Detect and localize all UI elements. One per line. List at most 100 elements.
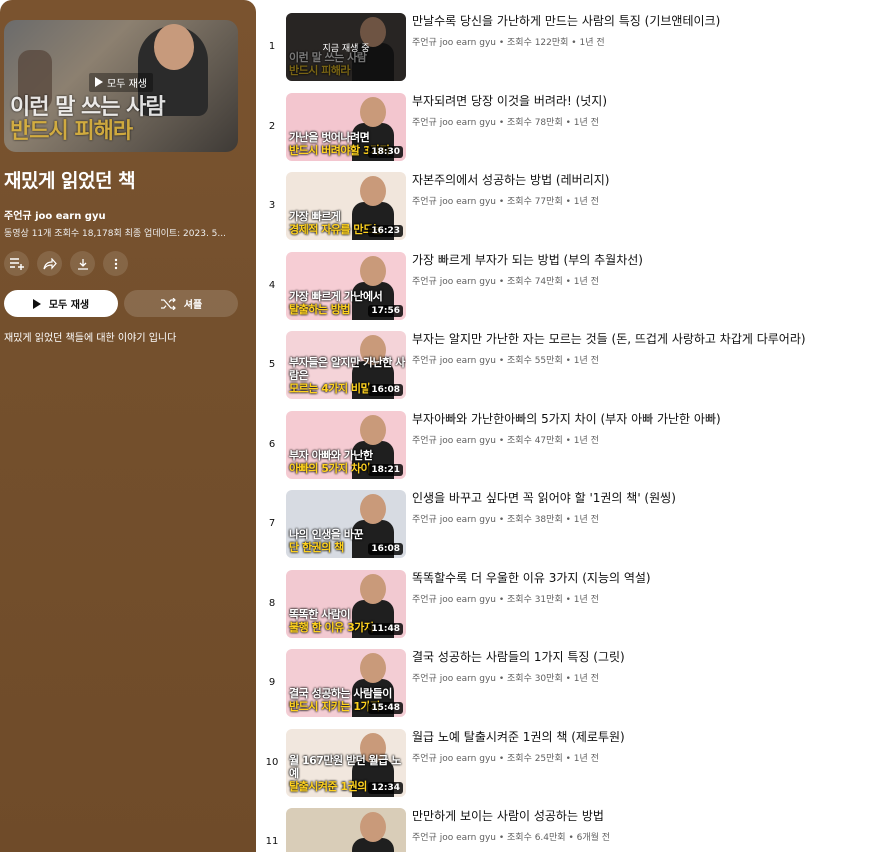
- video-title[interactable]: 월급 노예 탈출시켜준 1권의 책 (제로투원): [412, 729, 867, 745]
- video-title[interactable]: 만날수록 당신을 가난하게 만드는 사람의 특징 (기브앤테이크): [412, 13, 867, 29]
- shuffle-label: 셔플: [183, 300, 203, 311]
- shuffle-icon: [160, 297, 176, 310]
- thumbnail-caption-line1: 부자 아빠와 가난한: [289, 448, 373, 462]
- thumbnail-caption-line2: 단 한권의 책: [289, 541, 344, 554]
- video-thumbnail[interactable]: 월 167만원 받던 월급 노예 탈출시켜준 1권의 12:34: [286, 728, 406, 797]
- thumbnail-figure-head: [360, 255, 386, 286]
- video-meta: 주언규 joo earn gyu • 조회수 77만회 • 1년 전: [412, 197, 599, 207]
- shuffle-button[interactable]: 셔플: [124, 290, 238, 317]
- video-meta: 주언규 joo earn gyu • 조회수 6.4만회 • 6개월 전: [412, 833, 611, 843]
- channel-name[interactable]: 주언규 joo earn gyu: [4, 207, 252, 222]
- video-title[interactable]: 부자되려면 당장 이것을 버려라! (넛지): [412, 93, 867, 109]
- video-index: 8: [268, 597, 276, 609]
- playlist-video-item[interactable]: 9 결국 성공하는 사람들이 반드시 지키는 1가지 15:48 결국 성공하는…: [260, 649, 871, 729]
- thumbnail-caption-line1: 가장 빠르게 가난에서: [289, 289, 383, 303]
- video-duration: 18:30: [368, 145, 403, 158]
- thumbnail-caption-line1: 결국 성공하는 사람들이: [289, 687, 392, 700]
- video-index: 7: [268, 518, 276, 529]
- video-title[interactable]: 자본주의에서 성공하는 방법 (레버리지): [412, 172, 867, 188]
- play-all-label: 모두 재생: [48, 300, 90, 311]
- video-thumbnail[interactable]: 똑똑한 사람이 불행 한 이유 3가지 11:48: [286, 569, 406, 638]
- thumbnail-figure-head: [360, 494, 386, 524]
- playlist-stats: 동영상 11개 조회수 18,178회 최종 업데이트: 2023. 5...: [4, 229, 226, 239]
- now-playing-overlay: 지금 재생 중: [286, 13, 406, 81]
- video-thumbnail[interactable]: [286, 808, 406, 852]
- video-meta: 주언규 joo earn gyu • 조회수 47만회 • 1년 전: [412, 435, 599, 446]
- video-meta: 주언규 joo earn gyu • 조회수 78만회 • 1년 전: [412, 117, 599, 128]
- video-thumbnail[interactable]: 가난을 벗어나려면 반드시 버려야할 3가지 18:30: [286, 92, 406, 161]
- video-thumbnail[interactable]: 부자들은 알지만 가난한 사람은 모르는 4가지 비밀 16:08: [286, 331, 406, 399]
- video-index: 9: [268, 677, 276, 688]
- video-index: 11: [265, 836, 279, 847]
- thumbnail-figure-head: [360, 573, 386, 604]
- download-icon[interactable]: [70, 251, 95, 276]
- playlist-video-item[interactable]: 6 부자 아빠와 가난한 아빠의 5가지 차이 18:21 부자아빠와 가난한아…: [260, 410, 871, 491]
- playlist-video-item[interactable]: 2 가난을 벗어나려면 반드시 버려야할 3가지 18:30 부자되려면 당장 …: [260, 92, 871, 173]
- video-thumbnail[interactable]: 가장 빠르게 경제적 자유를 만드는 16:23: [286, 172, 406, 240]
- video-meta: 주언규 joo earn gyu • 조회수 25만회 • 1년 전: [412, 753, 599, 764]
- hero-caption: 이런 말 쓰는 사람 반드시 피해라: [10, 95, 166, 144]
- video-title[interactable]: 만만하게 보이는 사람이 성공하는 방법: [412, 808, 867, 824]
- playlist-thumbnail[interactable]: 이런 말 쓰는 사람 반드시 피해라 모두 재생: [4, 20, 238, 152]
- video-duration: 16:08: [368, 384, 403, 396]
- playlist-description: 재밌게 읽었던 책들에 대한 이야기 입니다: [4, 333, 177, 344]
- video-index: 10: [265, 756, 279, 768]
- more-vert-icon[interactable]: [103, 251, 128, 276]
- play-all-button[interactable]: 모두 재생: [4, 290, 118, 317]
- video-title[interactable]: 부자아빠와 가난한아빠의 5가지 차이 (부자 아빠 가난한 아빠): [412, 411, 867, 427]
- playlist-video-item[interactable]: 5 부자들은 알지만 가난한 사람은 모르는 4가지 비밀 16:08 부자는 …: [260, 331, 871, 411]
- playlist-video-item[interactable]: 10 월 167만원 받던 월급 노예 탈출시켜준 1권의 12:34 월급 노…: [260, 728, 871, 809]
- playlist-video-item[interactable]: 3 가장 빠르게 경제적 자유를 만드는 16:23 자본주의에서 성공하는 방…: [260, 172, 871, 252]
- video-meta: 주언규 joo earn gyu • 조회수 38만회 • 1년 전: [412, 515, 599, 525]
- hero-caption-line2: 반드시 피해라: [10, 119, 133, 144]
- playlist-video-item[interactable]: 11 만만하게 보이는 사람이 성공하는 방법 주언규 joo earn gyu…: [260, 808, 871, 852]
- video-index: 6: [268, 438, 276, 450]
- video-duration: 16:23: [368, 225, 403, 237]
- thumbnail-caption-line1: 똑똑한 사람이: [289, 607, 351, 621]
- thumbnail-figure-head: [360, 414, 386, 445]
- video-meta: 주언규 joo earn gyu • 조회수 31만회 • 1년 전: [412, 594, 599, 605]
- video-index: 4: [268, 279, 276, 291]
- hero-caption-line1: 이런 말 쓰는 사람: [10, 95, 166, 120]
- thumbnail-caption-line1: 나의 인생을 바꾼: [289, 528, 364, 541]
- video-duration: 12:34: [368, 781, 403, 794]
- thumbnail-caption-line1: 가난을 벗어나려면: [289, 130, 370, 144]
- playlist-header-panel: 이런 말 쓰는 사람 반드시 피해라 모두 재생 재밌게 읽었던 책 주언규 j…: [0, 0, 256, 852]
- video-meta: 주언규 joo earn gyu • 조회수 122만회 • 1년 전: [412, 38, 605, 48]
- play-icon: [95, 77, 103, 87]
- playlist-video-item[interactable]: 4 가장 빠르게 가난에서 탈출하는 방법 17:56 가장 빠르게 부자가 되…: [260, 251, 871, 332]
- playlist-title: 재밌게 읽었던 책: [4, 170, 136, 192]
- hero-play-overlay[interactable]: 모두 재생: [4, 72, 238, 92]
- video-duration: 11:48: [368, 622, 403, 635]
- playlist-action-icons: [4, 251, 252, 276]
- thumbnail-figure-head: [360, 96, 386, 127]
- add-to-queue-icon[interactable]: [4, 251, 29, 276]
- thumbnail-caption-line2: 아빠의 5가지 차이: [289, 461, 371, 475]
- playlist-video-item[interactable]: 7 나의 인생을 바꾼 단 한권의 책 16:08 인생을 바꾸고 싶다면 꼭 …: [260, 490, 871, 570]
- video-thumbnail[interactable]: 이런 말 쓰는 사람 반드시 피해라 지금 재생 중: [286, 13, 406, 81]
- playlist-video-item[interactable]: 1 이런 말 쓰는 사람 반드시 피해라 지금 재생 중 만날수록 당신을 가난…: [260, 13, 871, 93]
- video-duration: 17:56: [368, 304, 403, 317]
- thumbnail-caption-line2: 불행 한 이유 3가지: [289, 620, 374, 634]
- video-meta: 주언규 joo earn gyu • 조회수 30만회 • 1년 전: [412, 674, 599, 684]
- playlist-video-item[interactable]: 8 똑똑한 사람이 불행 한 이유 3가지 11:48 똑똑할수록 더 우울한 …: [260, 569, 871, 650]
- thumbnail-caption: 나의 인생을 바꾼 단 한권의 책: [289, 528, 364, 554]
- video-index: 1: [268, 41, 276, 52]
- video-index: 3: [268, 200, 276, 211]
- video-title[interactable]: 결국 성공하는 사람들의 1가지 특징 (그릿): [412, 649, 867, 665]
- thumbnail-caption-line1: 가장 빠르게: [289, 210, 341, 223]
- video-title[interactable]: 인생을 바꾸고 싶다면 꼭 읽어야 할 '1권의 책' (원씽): [412, 490, 867, 506]
- hero-play-all[interactable]: 모두 재생: [89, 72, 153, 92]
- video-title[interactable]: 가장 빠르게 부자가 되는 방법 (부의 추월차선): [412, 252, 867, 268]
- video-thumbnail[interactable]: 나의 인생을 바꾼 단 한권의 책 16:08: [286, 490, 406, 558]
- share-icon[interactable]: [37, 251, 62, 276]
- thumbnail-caption: 부자 아빠와 가난한 아빠의 5가지 차이: [289, 449, 373, 475]
- playlist-buttons: 모두 재생 셔플: [4, 290, 252, 317]
- hero-figure-head: [154, 24, 194, 70]
- video-title[interactable]: 부자는 알지만 가난한 자는 모르는 것들 (돈, 뜨겁게 사랑하고 차갑게 다…: [412, 331, 867, 347]
- video-thumbnail[interactable]: 가장 빠르게 가난에서 탈출하는 방법 17:56: [286, 251, 406, 320]
- video-duration: 18:21: [368, 463, 403, 476]
- video-thumbnail[interactable]: 부자 아빠와 가난한 아빠의 5가지 차이 18:21: [286, 410, 406, 479]
- video-thumbnail[interactable]: 결국 성공하는 사람들이 반드시 지키는 1가지 15:48: [286, 649, 406, 717]
- video-title[interactable]: 똑똑할수록 더 우울한 이유 3가지 (지능의 역설): [412, 570, 867, 586]
